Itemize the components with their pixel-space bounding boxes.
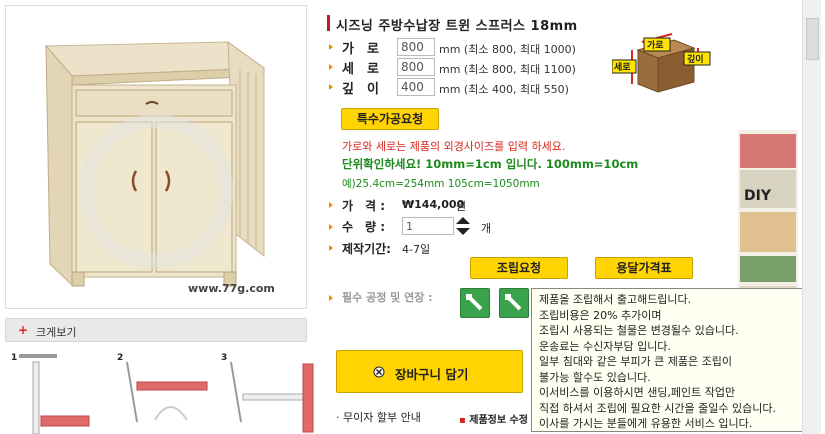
guide-red-text: 가로와 세로는 제품의 외경사이즈를 입력 하세요. [342, 140, 566, 153]
price-unit: 원 [456, 200, 467, 213]
zoom-label[interactable]: 크게보기 [36, 324, 76, 340]
zoom-bar[interactable]: + 크게보기 [5, 318, 307, 342]
bullet-arrow-icon [329, 64, 333, 70]
box-depth-label: 깊이 [687, 53, 704, 65]
box-width-label: 가로 [647, 39, 664, 51]
price-label: 가 격 : [342, 199, 386, 213]
product-info-link[interactable]: ▪ 제품정보 수정 [459, 411, 528, 426]
option-assembly-button[interactable] [499, 288, 529, 318]
assembly-steps: 1 2 3 [5, 350, 323, 434]
tool-icon [505, 294, 522, 311]
height-input[interactable] [397, 58, 435, 76]
plus-icon: + [18, 323, 29, 337]
tooltip-line: 불가능 할수도 있습니다. [539, 370, 651, 384]
bullet-arrow-icon [329, 224, 333, 230]
bullet-arrow-icon [329, 44, 333, 50]
tooltip-line: 운송료는 수신자부담 입니다. [539, 339, 671, 353]
guide-green-text: 단위확인하세요! 10mm=1cm 입니다. 100mm=10cm [342, 157, 639, 171]
width-input[interactable] [397, 38, 435, 56]
right-edge [821, 0, 825, 434]
product-info-label: 제품정보 수정 [469, 415, 528, 426]
tooltip-line: 조립시 사용되는 철물은 변경될수 있습니다. [539, 324, 739, 337]
period-value: 4-7일 [402, 243, 431, 256]
guide-example-text: 예)25.4cm=254mm 105cm=1050mm [342, 178, 540, 190]
step-2-number: 2 [117, 353, 123, 363]
height-label: 세 로 [342, 62, 379, 77]
scrollbar-thumb[interactable] [806, 18, 819, 60]
add-to-cart-button[interactable]: 장바구니 담기 [336, 350, 523, 393]
tooltip-line: 직접 하셔서 조립에 필요한 시간을 줄일수 있습니다. [539, 401, 776, 415]
cabinet-image: www.77g.com [6, 6, 306, 308]
option-sanding-button[interactable] [460, 288, 490, 318]
tooltip-line: 이사를 가시는 분들에게 유용한 서비스 입니다. [539, 417, 753, 430]
bullet-arrow-icon [329, 84, 333, 90]
step-3-number: 3 [221, 353, 227, 363]
side-diy-text: DIY [744, 188, 772, 204]
period-label: 제작기간: [342, 242, 391, 256]
cart-label: 장바구니 담기 [395, 367, 469, 382]
depth-input[interactable] [397, 78, 435, 96]
width-label: 가 로 [342, 42, 379, 57]
tooltip-line: 이서비스를 이용하시면 샌딩,페인트 작업만 [539, 386, 736, 399]
vertical-scrollbar[interactable] [802, 0, 821, 434]
bullet-arrow-icon [329, 245, 333, 251]
quantity-input[interactable] [402, 217, 454, 235]
bullet-arrow-icon [329, 295, 333, 301]
product-title: 시즈닝 주방수납장 트윈 스프러스 18mm [336, 19, 578, 34]
bullet-icon: ▪ [459, 415, 466, 426]
width-note: mm (최소 800, 최대 1000) [439, 43, 576, 56]
assembly-tooltip: 제품을 조립해서 출고해드립니다. 조립비용은 20% 추가이며 조립시 사용되… [531, 288, 822, 432]
title-marker [327, 15, 330, 31]
box-dimension-icon: 가로 세로 깊이 [612, 33, 711, 93]
quantity-unit: 개 [481, 222, 492, 235]
depth-label: 깊 이 [342, 82, 379, 97]
tooltip-line: 조립비용은 20% 추가이며 [539, 308, 662, 322]
watermark-text: www.77g.com [188, 282, 275, 295]
quantity-label: 수 량 : [342, 220, 386, 234]
depth-note: mm (최소 400, 최대 550) [439, 83, 569, 96]
special-request-button[interactable]: 특수가공요청 [341, 108, 439, 130]
height-note: mm (최소 800, 최대 1100) [439, 63, 576, 76]
price-value: ₩144,000 [402, 198, 465, 211]
options-label: 필수 공정 및 연장 : [342, 291, 433, 304]
step-1-number: 1 [11, 353, 17, 363]
assembly-request-button[interactable]: 조립요청 [470, 257, 568, 279]
product-photo[interactable]: www.77g.com [5, 5, 307, 309]
shipping-price-button[interactable]: 용달가격표 [595, 257, 693, 279]
assembly-diagram: 1 2 3 [11, 353, 314, 434]
box-height-label: 세로 [614, 61, 631, 73]
tool-icon [466, 294, 483, 311]
tooltip-line: 일부 침대와 같은 부피가 큰 제품은 조립이 [539, 355, 733, 368]
installment-label: 무이자 할부 안내 [343, 411, 421, 424]
close-circle-icon [373, 366, 385, 378]
bullet-arrow-icon [329, 202, 333, 208]
tooltip-line: 제품을 조립해서 출고해드립니다. [539, 293, 692, 306]
quantity-stepper-icon[interactable] [455, 216, 471, 236]
installment-link[interactable]: · 무이자 할부 안내 [336, 409, 421, 425]
